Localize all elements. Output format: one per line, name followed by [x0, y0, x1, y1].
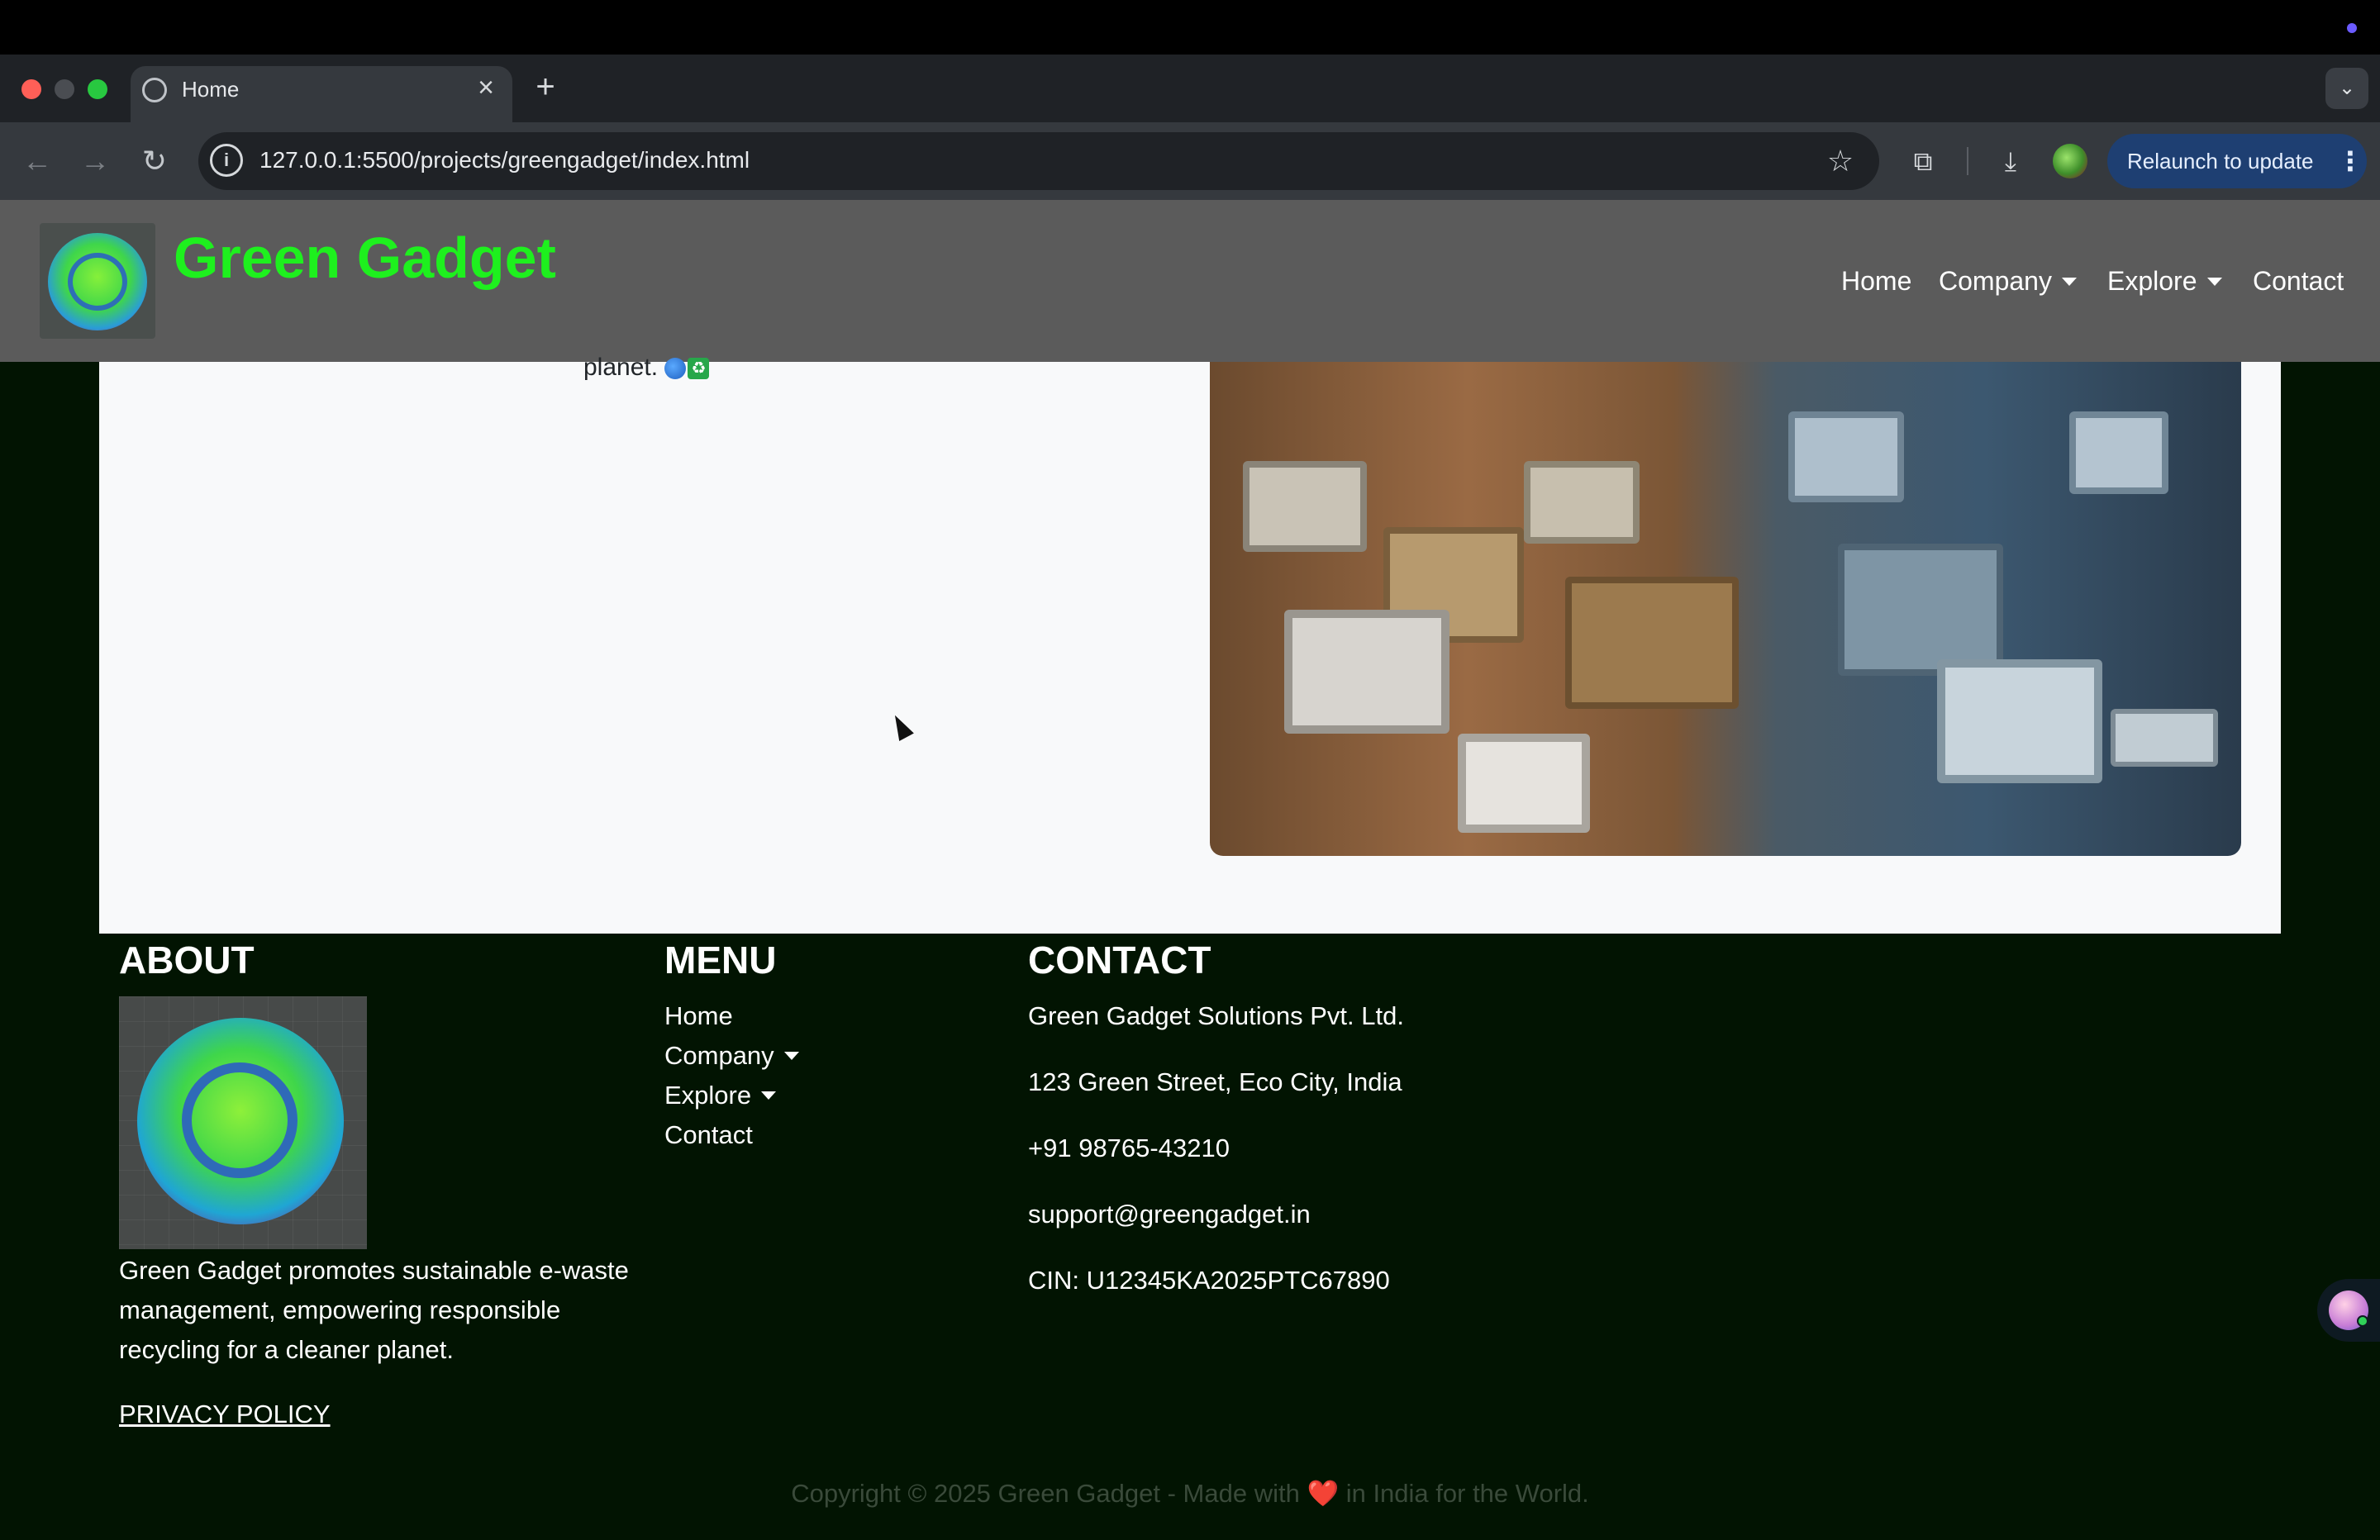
window-minimize-button[interactable] [55, 79, 74, 99]
contact-phone: +91 98765-43210 [1028, 1134, 1230, 1162]
recycle-emoji-icon: ♻ [688, 358, 710, 380]
extensions-icon[interactable]: ⧉ [1904, 142, 1942, 180]
footer-menu-contact[interactable]: Contact [664, 1119, 753, 1152]
nav-explore-label: Explore [2107, 266, 2197, 296]
contact-address: 123 Green Street, Eco City, India [1028, 1067, 1402, 1096]
footer-menu-explore-label: Explore [664, 1081, 752, 1110]
hero-text-tail: planet. ♻ [583, 349, 710, 387]
logo-swirl [68, 253, 127, 311]
caret-down-icon [2061, 277, 2077, 286]
relaunch-button[interactable]: Relaunch to update [2107, 134, 2367, 188]
reload-icon[interactable]: ↻ [136, 142, 174, 180]
back-icon[interactable]: ← [18, 142, 56, 180]
tab-close-icon[interactable]: × [471, 71, 501, 104]
crt-monitor-graphic [1788, 411, 1904, 502]
downloads-icon[interactable]: ⤓ [1992, 142, 2030, 180]
profile-avatar[interactable] [2053, 144, 2087, 178]
nav-contact[interactable]: Contact [2253, 264, 2344, 297]
ewaste-image [1210, 362, 2241, 856]
footer-menu-company[interactable]: Company [664, 1039, 799, 1072]
tab-title: Home [182, 77, 240, 102]
footer-contact-heading: CONTACT [1028, 939, 1211, 982]
os-menu-bar [0, 0, 2380, 55]
tab-list-chevron-icon[interactable]: ⌄ [2325, 68, 2368, 109]
copyright-text-after: in India for the World. [1345, 1479, 1589, 1508]
tab-globe-icon [142, 78, 167, 102]
footer-logo-swirl [182, 1062, 298, 1178]
keyboard-graphic [2111, 709, 2218, 767]
globe-emoji-icon [664, 358, 687, 380]
copyright-text-before: Copyright © 2025 Green Gadget - Made wit… [791, 1479, 1300, 1508]
brand-logo[interactable] [40, 223, 155, 339]
hero-text: planet. [583, 354, 659, 381]
contact-company: Green Gadget Solutions Pvt. Ltd. [1028, 1001, 1404, 1030]
caret-down-icon [2206, 277, 2222, 286]
menu-dots-icon[interactable]: ⋮ [2337, 140, 2363, 182]
nav-explore-dropdown[interactable]: Explore [2107, 264, 2222, 297]
window-zoom-button[interactable] [88, 79, 107, 99]
new-tab-button[interactable]: + [529, 68, 562, 106]
brand-name[interactable]: Green Gadget [174, 225, 556, 291]
copyright-line: Copyright © 2025 Green Gadget - Made wit… [0, 1477, 2380, 1510]
nav-home[interactable]: Home [1841, 264, 1911, 297]
crt-monitor-graphic [1524, 461, 1640, 544]
caret-down-icon [783, 1051, 799, 1060]
crate-graphic [1565, 577, 1739, 709]
crt-monitor-graphic [1937, 659, 2102, 783]
contact-cin: CIN: U12345KA2025PTC67890 [1028, 1266, 1390, 1295]
footer-menu-explore[interactable]: Explore [664, 1079, 777, 1112]
online-status-dot [2357, 1315, 2368, 1327]
window-close-button[interactable] [21, 79, 41, 99]
os-status-dot [2347, 23, 2357, 33]
footer-about-heading: ABOUT [119, 939, 255, 982]
caret-down-icon [761, 1091, 777, 1100]
privacy-policy-link[interactable]: PRIVACY POLICY [119, 1398, 331, 1431]
footer-about-text: Green Gadget promotes sustainable e-wast… [119, 1256, 629, 1364]
site-info-icon[interactable]: i [210, 144, 243, 177]
toolbar-separator [1967, 147, 1968, 175]
footer-menu-company-label: Company [664, 1041, 774, 1070]
crt-monitor-graphic [1284, 610, 1449, 734]
url-text[interactable]: 127.0.0.1:5500/projects/greengadget/inde… [259, 145, 750, 175]
crt-monitor-graphic [2069, 411, 2168, 494]
contact-email: support@greengadget.in [1028, 1200, 1311, 1229]
nav-company-label: Company [1939, 266, 2052, 296]
nav-company-dropdown[interactable]: Company [1939, 264, 2077, 297]
footer-menu-heading: MENU [664, 939, 777, 982]
crt-monitor-graphic [1458, 734, 1590, 833]
forward-icon[interactable]: → [76, 142, 114, 180]
bookmark-star-icon[interactable]: ☆ [1821, 142, 1859, 180]
crate-graphic [1838, 544, 2003, 676]
crt-monitor-graphic [1243, 461, 1367, 552]
footer-menu-home[interactable]: Home [664, 1000, 733, 1033]
footer-logo [119, 996, 367, 1249]
heart-icon: ❤️ [1307, 1479, 1340, 1508]
